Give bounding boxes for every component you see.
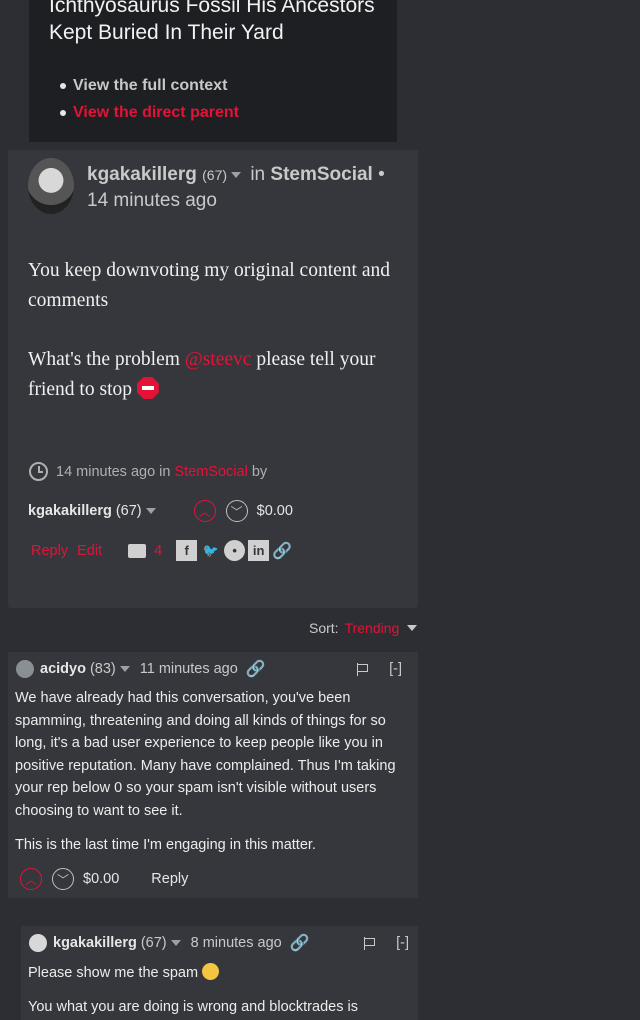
author-link[interactable]: kgakakillerg (87, 164, 197, 185)
link-icon[interactable]: 🔗 (272, 541, 292, 561)
reply-button[interactable]: Reply (31, 543, 68, 559)
downvote-button[interactable]: ﹀ (52, 868, 74, 890)
comment-time[interactable]: 8 minutes ago (191, 935, 282, 951)
author-link[interactable]: acidyo (40, 661, 86, 677)
post-action-row: Reply Edit 4 f 🐦 • in 🔗 (31, 540, 292, 561)
sort-dropdown[interactable]: Trending (345, 620, 400, 636)
sort-control: Sort: Trending (309, 620, 418, 636)
text: What's the problem (28, 349, 185, 370)
avatar[interactable] (29, 934, 47, 952)
view-full-context-link[interactable]: View the full context (60, 72, 239, 99)
comments-icon[interactable] (128, 543, 147, 558)
stop-sign-icon (136, 377, 159, 399)
flag-icon[interactable] (364, 936, 376, 950)
edit-button[interactable]: Edit (77, 543, 102, 559)
chevron-down-icon[interactable] (119, 666, 130, 672)
mention-link[interactable]: @steevc (185, 349, 252, 370)
comment-count[interactable]: 4 (154, 543, 162, 559)
page-background-right (420, 0, 640, 1020)
footer-time: 14 minutes ago in (56, 463, 171, 480)
reputation: (83) (89, 661, 116, 677)
comment-paragraph-2: You what you are doing is wrong and bloc… (28, 999, 358, 1015)
reply-comment-card: kgakakillerg (67) 8 minutes ago 🔗 [-] Pl… (21, 926, 418, 1020)
comment-body: We have already had this conversation, y… (15, 687, 410, 869)
view-direct-parent-link[interactable]: View the direct parent (60, 99, 239, 126)
sort-label: Sort: (309, 620, 339, 636)
upvote-button[interactable]: ︿ (193, 500, 216, 522)
reputation: (67) (140, 935, 167, 951)
post-vote-row: kgakakillerg (67) ︿ ﹀ $0.00 (28, 500, 293, 522)
monocle-face-icon (202, 963, 220, 980)
comment-header: kgakakillerg (67) 8 minutes ago 🔗 [-] (29, 933, 409, 953)
avatar[interactable] (16, 660, 34, 678)
parent-links: View the full context View the direct pa… (60, 72, 239, 126)
reddit-icon[interactable]: • (224, 540, 246, 561)
clock-icon (29, 462, 48, 481)
comment-card: acidyo (83) 11 minutes ago 🔗 [-] We have… (8, 652, 418, 898)
post-meta: kgakakillerg (67) in StemSocial • 14 min… (87, 162, 407, 213)
linkedin-icon[interactable]: in (248, 540, 270, 561)
post-paragraph-2: What's the problem @steevc please tell y… (28, 345, 408, 405)
payout-value[interactable]: $0.00 (83, 871, 119, 887)
link-icon[interactable]: 🔗 (290, 933, 310, 953)
comment-header: acidyo (83) 11 minutes ago 🔗 [-] (16, 659, 408, 679)
text: Please show me the spam (28, 965, 199, 981)
comment-body: Please show me the spam You what you are… (28, 962, 413, 1020)
upvote-button[interactable]: ︿ (20, 868, 42, 890)
footer-by: by (251, 463, 268, 480)
footer-community-link[interactable]: StemSocial (174, 464, 247, 480)
avatar[interactable] (28, 158, 74, 214)
flag-icon[interactable] (357, 662, 369, 676)
comment-paragraph-1: We have already had this conversation, y… (15, 690, 396, 819)
post-card: kgakakillerg (67) in StemSocial • 14 min… (8, 150, 418, 608)
comment-paragraph-2: This is the last time I'm engaging in th… (15, 837, 316, 853)
chevron-down-icon[interactable] (407, 625, 418, 631)
chevron-down-icon[interactable] (170, 940, 181, 946)
post-footer-time: 14 minutes ago in StemSocial by (29, 462, 267, 481)
footer-author-link[interactable]: kgakakillerg (28, 503, 112, 519)
reputation: (67) (202, 167, 228, 183)
chevron-down-icon[interactable] (231, 171, 242, 178)
parent-post-title[interactable]: Ichthyosaurus Fossil His Ancestors Kept … (49, 0, 389, 46)
reply-button[interactable]: Reply (151, 871, 188, 887)
payout-value[interactable]: $0.00 (257, 503, 293, 519)
post-body: You keep downvoting my original content … (28, 256, 408, 434)
comment-paragraph-1: Please show me the spam (28, 962, 413, 984)
downvote-button[interactable]: ﹀ (225, 500, 248, 522)
chevron-down-icon[interactable] (145, 508, 156, 514)
collapse-button[interactable]: [-] (389, 661, 402, 677)
comment-vote-row: ︿ ﹀ $0.00 Reply (20, 868, 188, 890)
collapse-button[interactable]: [-] (396, 935, 409, 951)
parent-post-card: Ichthyosaurus Fossil His Ancestors Kept … (29, 0, 397, 142)
twitter-icon[interactable]: 🐦 (200, 540, 221, 561)
facebook-icon[interactable]: f (176, 540, 198, 561)
community-link[interactable]: StemSocial (270, 164, 372, 185)
footer-reputation: (67) (115, 503, 142, 519)
in-label: in (250, 164, 266, 185)
post-paragraph-1: You keep downvoting my original content … (28, 260, 390, 311)
main-column: Ichthyosaurus Fossil His Ancestors Kept … (0, 0, 420, 1020)
comment-time[interactable]: 11 minutes ago (140, 661, 238, 677)
author-link[interactable]: kgakakillerg (53, 935, 137, 951)
link-icon[interactable]: 🔗 (246, 659, 266, 679)
